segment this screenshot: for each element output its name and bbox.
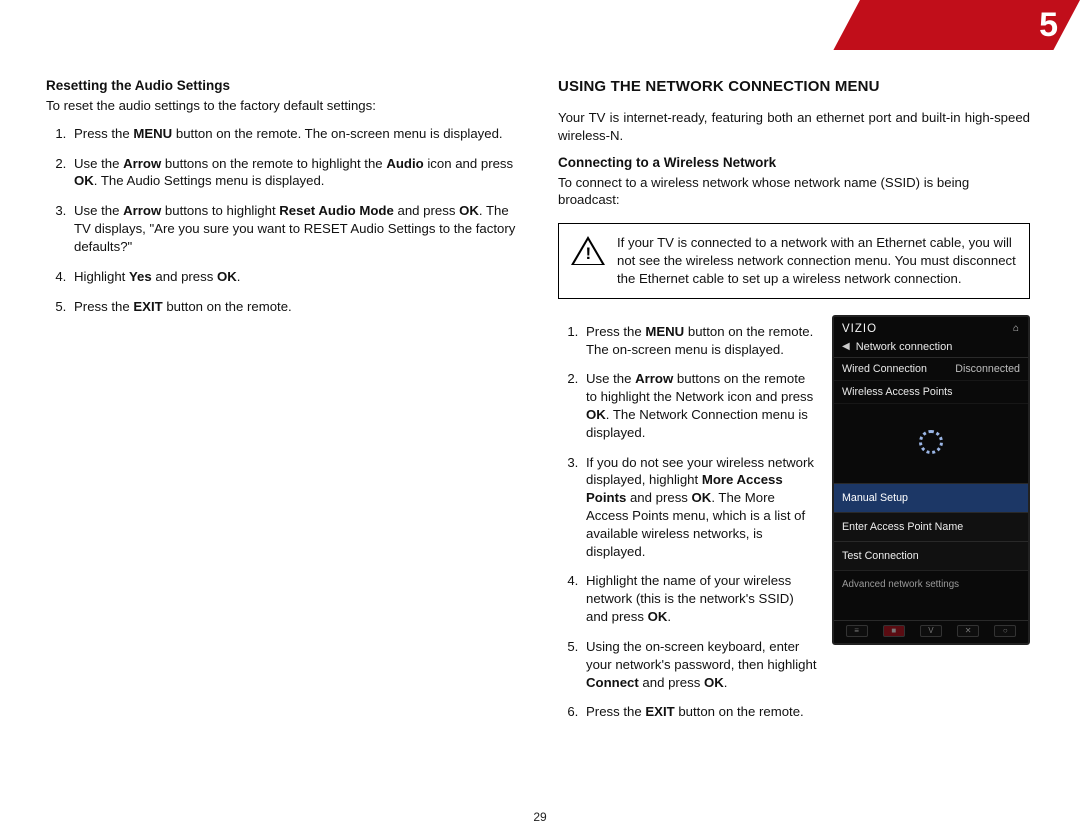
callout-text: If your TV is connected to a network wit… (617, 235, 1016, 286)
page-number: 29 (533, 810, 546, 824)
right-column: USING THE NETWORK CONNECTION MENU Your T… (558, 78, 1030, 814)
tv-item-test: Test Connection (834, 541, 1028, 570)
right-intro: Your TV is internet-ready, featuring bot… (558, 109, 1030, 145)
tv-subheader: ◀ Network connection (834, 339, 1028, 358)
tv-screen-title: Network connection (856, 341, 953, 353)
tv-nav-btn: V (920, 625, 942, 637)
back-arrow-icon: ◀ (842, 341, 850, 352)
tv-row-wap: Wireless Access Points (834, 381, 1028, 404)
left-intro: To reset the audio settings to the facto… (46, 97, 518, 115)
tv-screenshot: VIZIO ⌂ ◀ Network connection Wired Conne… (832, 315, 1030, 733)
left-step-5: Press the EXIT button on the remote. (70, 298, 518, 316)
tv-nav-btn: ✕ (957, 625, 979, 637)
left-subhead: Resetting the Audio Settings (46, 78, 518, 93)
tv-button-bar: ≡ ■ V ✕ ○ (834, 620, 1028, 639)
right-step-1: Press the MENU button on the remote. The… (582, 323, 818, 359)
tv-item-enter-ap: Enter Access Point Name (834, 512, 1028, 541)
right-split: Press the MENU button on the remote. The… (558, 315, 1030, 733)
left-step-4: Highlight Yes and press OK. (70, 268, 518, 286)
tv-advanced: Advanced network settings (834, 570, 1028, 598)
tv-header: VIZIO ⌂ (834, 317, 1028, 339)
left-column: Resetting the Audio Settings To reset th… (46, 78, 518, 814)
right-lead: To connect to a wireless network whose n… (558, 174, 1030, 210)
right-subhead: Connecting to a Wireless Network (558, 155, 1030, 170)
right-step-2: Use the Arrow buttons on the remote to h… (582, 370, 818, 441)
callout-warning: ! If your TV is connected to a network w… (558, 223, 1030, 298)
right-steps-col: Press the MENU button on the remote. The… (558, 315, 818, 733)
right-step-6: Press the EXIT button on the remote. (582, 703, 818, 721)
tv-item-manual: Manual Setup (834, 483, 1028, 512)
tv-wired-value: Disconnected (955, 363, 1020, 375)
page-body: Resetting the Audio Settings To reset th… (46, 78, 1030, 814)
left-step-2: Use the Arrow buttons on the remote to h… (70, 155, 518, 191)
tv-nav-btn: ○ (994, 625, 1016, 637)
left-step-3: Use the Arrow buttons to highlight Reset… (70, 202, 518, 255)
left-steps: Press the MENU button on the remote. The… (46, 125, 518, 316)
tv-brand: VIZIO (842, 323, 877, 335)
chapter-number: 5 (1039, 6, 1058, 45)
right-section-title: USING THE NETWORK CONNECTION MENU (558, 78, 1030, 95)
right-steps: Press the MENU button on the remote. The… (558, 323, 818, 721)
tv-nav-btn: ■ (883, 625, 905, 637)
right-step-5: Using the on-screen keyboard, enter your… (582, 638, 818, 691)
tv-loading (834, 404, 1028, 483)
tv-frame: VIZIO ⌂ ◀ Network connection Wired Conne… (832, 315, 1030, 645)
tv-wap-label: Wireless Access Points (842, 386, 952, 398)
left-step-1: Press the MENU button on the remote. The… (70, 125, 518, 143)
tv-wired-label: Wired Connection (842, 363, 927, 375)
right-step-3: If you do not see your wireless network … (582, 454, 818, 561)
chapter-tab: 5 (820, 0, 1080, 50)
tv-nav-btn: ≡ (846, 625, 868, 637)
tv-row-wired: Wired Connection Disconnected (834, 358, 1028, 381)
spinner-icon (919, 430, 943, 454)
right-step-4: Highlight the name of your wireless netw… (582, 572, 818, 625)
wifi-icon: ⌂ (1013, 323, 1020, 334)
warning-icon: ! (571, 236, 605, 266)
